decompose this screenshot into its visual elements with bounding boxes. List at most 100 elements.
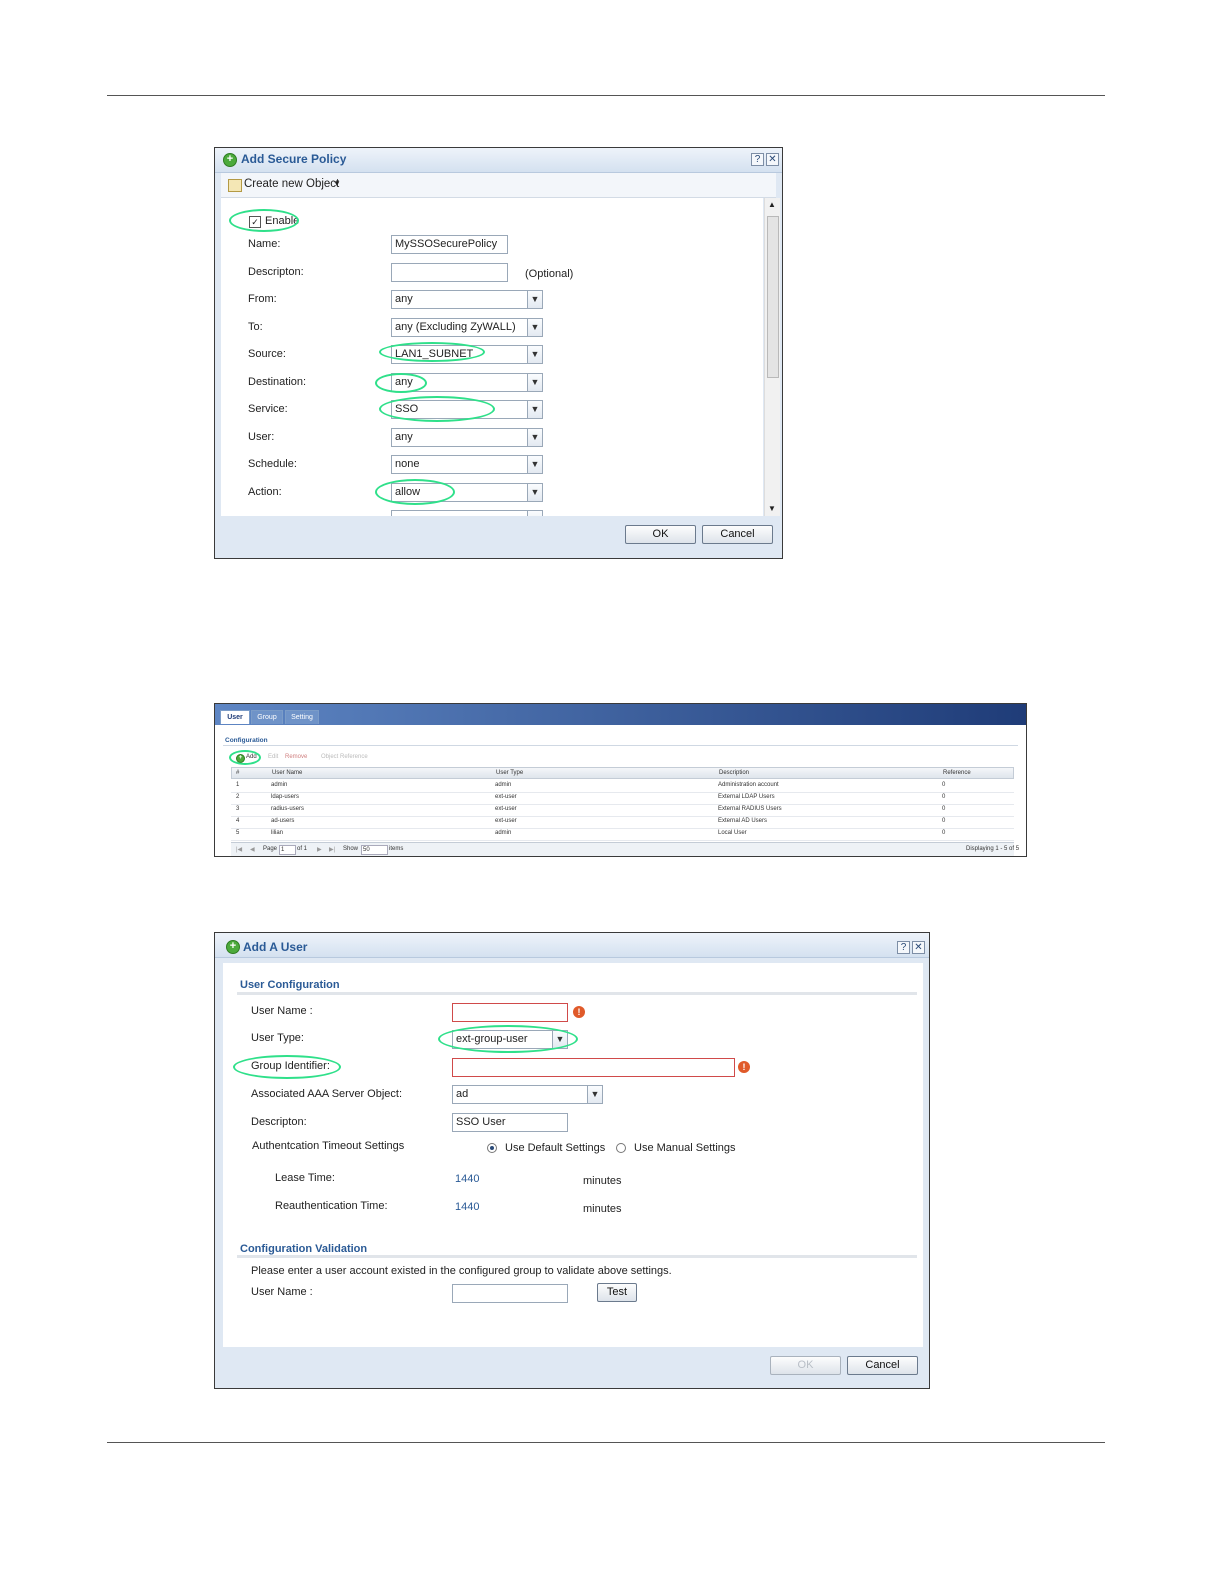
section-divider	[223, 745, 1018, 746]
highlight-service	[379, 396, 495, 422]
group-identifier-input[interactable]	[452, 1058, 735, 1077]
ok-button[interactable]: OK	[625, 525, 696, 544]
close-button[interactable]: ✕	[766, 153, 779, 166]
policy-form: ✓ Enable Name: MySSOSecurePolicy Descrip…	[221, 198, 763, 516]
table-header: # User Name User Type Description Refere…	[231, 767, 1014, 779]
chevron-down-icon: ▼	[527, 456, 542, 473]
col-user-name[interactable]: User Name	[272, 770, 302, 776]
cancel-button[interactable]: Cancel	[702, 525, 773, 544]
description-label: Descripton:	[248, 266, 304, 278]
col-num[interactable]: #	[236, 770, 239, 776]
lease-time-value: 1440	[455, 1173, 480, 1185]
ok-button[interactable]: OK	[770, 1356, 841, 1375]
user-name-input[interactable]	[452, 1003, 568, 1022]
chevron-down-icon: ▼	[527, 374, 542, 391]
form-scrollbar[interactable]: ▲ ▼	[764, 198, 780, 516]
first-page-icon[interactable]: |◀	[236, 846, 242, 853]
use-default-radio[interactable]	[487, 1143, 497, 1153]
highlight-enable	[229, 209, 299, 232]
create-new-object-menu[interactable]: Create new Object	[244, 178, 339, 190]
action-label: Action:	[248, 486, 282, 498]
dialog-toolbar: Create new Object ▼	[221, 173, 776, 198]
highlight-source	[379, 342, 485, 362]
pager-bar: |◀ ◀ Page 1 of 1 ▶ ▶| Show 50 items Disp…	[231, 842, 1019, 856]
optional-hint: (Optional)	[525, 268, 574, 280]
error-icon: !	[738, 1061, 750, 1073]
tab-group[interactable]: Group	[251, 710, 283, 724]
page-count: of 1	[297, 846, 308, 852]
user-list-panel: User Group Setting Configuration + Add E…	[214, 703, 1027, 857]
help-button[interactable]: ?	[751, 153, 764, 166]
description-input[interactable]	[391, 263, 508, 282]
row-num: 4	[236, 818, 240, 824]
section-divider	[237, 1255, 917, 1258]
scroll-thumb[interactable]	[767, 216, 779, 378]
row-type: ext-user	[495, 818, 517, 824]
section-divider	[237, 992, 917, 995]
page-label: Page	[263, 846, 278, 852]
last-page-icon[interactable]: ▶|	[329, 846, 335, 853]
object-reference-button[interactable]: Object Reference	[321, 754, 368, 760]
cancel-button[interactable]: Cancel	[847, 1356, 918, 1375]
row-reference: 0	[942, 782, 946, 788]
tab-bar	[215, 704, 1026, 725]
row-name: lilian	[271, 830, 284, 836]
footer-rule	[107, 1442, 1105, 1443]
row-type: admin	[495, 830, 512, 836]
highlight-destination	[375, 373, 427, 393]
table-row[interactable]: 5 lilian admin Local User 0	[231, 828, 1014, 841]
tab-user[interactable]: User	[220, 710, 250, 724]
user-value: any	[395, 431, 413, 443]
scroll-down-icon[interactable]: ▼	[768, 504, 776, 513]
col-reference[interactable]: Reference	[943, 770, 971, 776]
highlight-group-identifier	[233, 1055, 341, 1079]
row-name: ldap-users	[271, 794, 300, 800]
user-type-label: User Type:	[251, 1032, 304, 1044]
chevron-down-icon: ▼	[527, 511, 542, 516]
description-label: Descripton:	[251, 1116, 307, 1128]
col-description[interactable]: Description	[719, 770, 749, 776]
dialog-titlebar: + Add Secure Policy ? ✕	[215, 148, 782, 173]
help-button[interactable]: ?	[897, 941, 910, 954]
from-select[interactable]: any ▼	[391, 290, 543, 309]
items-label: items	[389, 846, 404, 852]
to-select[interactable]: any (Excluding ZyWALL) ▼	[391, 318, 543, 337]
user-select[interactable]: any ▼	[391, 428, 543, 447]
configuration-heading: Configuration	[225, 737, 268, 744]
description-input[interactable]: SSO User	[452, 1113, 568, 1132]
name-label: Name:	[248, 238, 281, 250]
schedule-label: Schedule:	[248, 458, 297, 470]
scroll-up-icon[interactable]: ▲	[768, 200, 776, 209]
object-icon	[228, 179, 242, 192]
row-description: External AD Users	[718, 818, 768, 824]
add-secure-policy-dialog: + Add Secure Policy ? ✕ Create new Objec…	[214, 147, 783, 559]
lease-time-label: Lease Time:	[275, 1172, 335, 1184]
schedule-select[interactable]: none ▼	[391, 455, 543, 474]
displaying-status: Displaying 1 - 5 of 5	[966, 846, 1020, 852]
next-page-icon[interactable]: ▶	[317, 846, 322, 853]
page-input[interactable]: 1	[279, 845, 296, 855]
page-size-select[interactable]: 50	[361, 845, 388, 855]
prev-page-icon[interactable]: ◀	[250, 846, 255, 853]
edit-button[interactable]: Edit	[268, 754, 278, 760]
aaa-server-select[interactable]: ad ▼	[452, 1085, 603, 1104]
row-type: ext-user	[495, 806, 517, 812]
next-field-select[interactable]: ▼	[391, 510, 543, 516]
from-label: From:	[248, 293, 277, 305]
row-description: External LDAP Users	[718, 794, 775, 800]
chevron-down-icon: ▼	[527, 346, 542, 363]
remove-button[interactable]: Remove	[285, 754, 307, 760]
name-input[interactable]: MySSOSecurePolicy	[391, 235, 508, 254]
from-value: any	[395, 293, 413, 305]
close-button[interactable]: ✕	[912, 941, 925, 954]
test-button[interactable]: Test	[597, 1283, 637, 1302]
row-num: 5	[236, 830, 240, 836]
col-user-type[interactable]: User Type	[496, 770, 523, 776]
row-num: 3	[236, 806, 240, 812]
tab-setting[interactable]: Setting	[285, 710, 319, 724]
row-reference: 0	[942, 794, 946, 800]
validation-user-name-input[interactable]	[452, 1284, 568, 1303]
configuration-validation-heading: Configuration Validation	[240, 1243, 368, 1255]
show-label: Show	[343, 846, 359, 852]
use-manual-radio[interactable]	[616, 1143, 626, 1153]
